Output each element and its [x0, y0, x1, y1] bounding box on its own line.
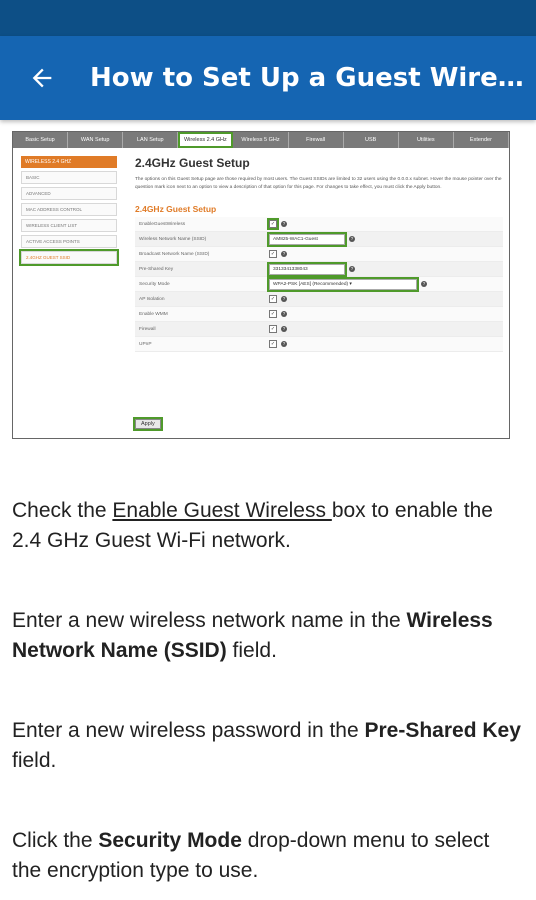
router-field-label: Security Mode	[139, 281, 170, 287]
router-section-title: 2.4GHz Guest Setup	[135, 204, 217, 214]
step-text: Click the	[12, 829, 99, 852]
help-icon: ?	[281, 251, 287, 257]
router-field-value: 3313341338043?	[267, 261, 355, 277]
help-icon: ?	[281, 221, 287, 227]
step-text: field.	[226, 639, 277, 662]
router-tab: Firewall	[289, 132, 344, 148]
router-field-label: UPnP	[139, 341, 152, 347]
router-page-title: 2.4GHz Guest Setup	[135, 156, 250, 170]
router-field-label: Firewall	[139, 326, 156, 332]
help-icon: ?	[349, 266, 355, 272]
router-field-value: AM825-WAC1-Guest?	[267, 231, 355, 247]
router-tab: WAN Setup	[68, 132, 124, 148]
router-field-row: Pre-Shared Key 3313341338043?	[135, 261, 503, 277]
router-sidebar: WIRELESS 2.4 GHZ BASIC ADVANCED MAC ADDRES…	[19, 156, 119, 266]
router-tab: Wireless 5 GHz	[233, 132, 289, 148]
router-field-row: Wireless Network Name (SSID) AM825-WAC1-G…	[135, 231, 503, 247]
step-4: Click the Security Mode drop-down menu t…	[12, 826, 522, 886]
router-checkbox: ✓	[267, 218, 279, 230]
sidebar-item: ACTIVE ACCESS POINTS	[21, 235, 117, 248]
help-icon: ?	[281, 341, 287, 347]
router-checkbox: ✓	[269, 295, 277, 303]
router-field-row: Broadcast Network Name (SSID) ✓?	[135, 247, 503, 262]
router-field-value: ✓?	[269, 295, 287, 303]
router-checkbox: ✓	[269, 340, 277, 348]
sidebar-header: WIRELESS 2.4 GHZ	[21, 156, 117, 168]
router-field-row: Enable WMM ✓?	[135, 307, 503, 322]
step-text: Security Mode	[98, 829, 242, 852]
router-field-row: Security Mode WPA2-PSK [AES] (Recommended…	[135, 276, 503, 292]
step-2: Enter a new wireless network name in the…	[12, 606, 522, 666]
router-field-value: ✓?	[269, 310, 287, 318]
router-checkbox: ✓	[269, 250, 277, 258]
help-icon: ?	[421, 281, 427, 287]
status-bar	[0, 0, 536, 36]
step-text: field.	[12, 749, 57, 772]
router-select: WPA2-PSK [AES] (Recommended) ▾	[267, 276, 419, 292]
sidebar-item: MAC ADDRESS CONTROL	[21, 203, 117, 216]
sidebar-item: ADVANCED	[21, 187, 117, 200]
step-text: Check the	[12, 499, 113, 522]
router-description: The options on this Guest Setup page are…	[135, 177, 502, 190]
router-field-label: Enable WMM	[139, 311, 168, 317]
step-text: Pre-Shared Key	[364, 719, 521, 742]
router-field-value: WPA2-PSK [AES] (Recommended) ▾?	[267, 276, 427, 292]
router-tab: USB	[344, 132, 399, 148]
router-tab: Basic Setup	[13, 132, 69, 148]
router-field-value: ✓?	[269, 325, 287, 333]
router-checkbox: ✓	[269, 325, 277, 333]
help-icon: ?	[349, 236, 355, 242]
step-text: Enter a new wireless password in the	[12, 719, 365, 742]
router-field-value: ✓?	[269, 250, 287, 258]
router-field-row: AP Isolation ✓?	[135, 292, 503, 307]
router-checkbox: ✓	[269, 310, 277, 318]
help-icon: ?	[281, 296, 287, 302]
router-tab: Wireless 2.4 GHz	[178, 132, 234, 148]
router-tab: Utilities	[399, 132, 454, 148]
step-text: Enable Guest Wireless	[112, 499, 332, 522]
help-icon: ?	[281, 326, 287, 332]
router-screenshot: Basic Setup WAN Setup LAN Setup Wireless 2.…	[12, 131, 510, 439]
step-3: Enter a new wireless password in the Pre…	[12, 716, 522, 776]
router-field-label: Pre-Shared Key	[139, 266, 174, 272]
step-1: Check the Enable Guest Wireless box to e…	[12, 496, 522, 556]
help-icon: ?	[281, 311, 287, 317]
router-textbox: AM825-WAC1-Guest	[267, 231, 347, 247]
router-field-label: AP Isolation	[139, 296, 165, 302]
step-text: Enter a new wireless network name in the	[12, 609, 407, 632]
app-title: How to Set Up a Guest Wireless...	[90, 63, 530, 93]
sidebar-item: 2.4GHZ GUEST SSID	[19, 249, 119, 266]
sidebar-item: WIRELESS CLIENT LIST	[21, 219, 117, 232]
router-textbox: 3313341338043	[267, 261, 347, 277]
router-field-value: ✓?	[267, 218, 287, 230]
app-bar: How to Set Up a Guest Wireless...	[0, 36, 536, 120]
router-field-value: ✓?	[269, 340, 287, 348]
router-content: 2.4GHz Guest Setup The options on this G…	[135, 156, 503, 352]
router-field-row: EnableGuestWireless ✓?	[135, 217, 503, 232]
router-tab: Extender	[454, 132, 509, 148]
router-field-label: Broadcast Network Name (SSID)	[139, 251, 210, 257]
router-field-label: EnableGuestWireless	[139, 221, 186, 227]
back-arrow-icon[interactable]	[28, 64, 56, 92]
sidebar-item: BASIC	[21, 171, 117, 184]
router-tab: LAN Setup	[123, 132, 179, 148]
router-nav-tabs: Basic Setup WAN Setup LAN Setup Wireless 2.…	[13, 132, 509, 148]
router-field-row: UPnP ✓?	[135, 337, 503, 352]
router-fields: EnableGuestWireless ✓? Wireless Network Na…	[135, 217, 503, 352]
router-field-row: Firewall ✓?	[135, 322, 503, 337]
apply-button: Apply	[133, 417, 163, 431]
router-field-label: Wireless Network Name (SSID)	[139, 236, 207, 242]
